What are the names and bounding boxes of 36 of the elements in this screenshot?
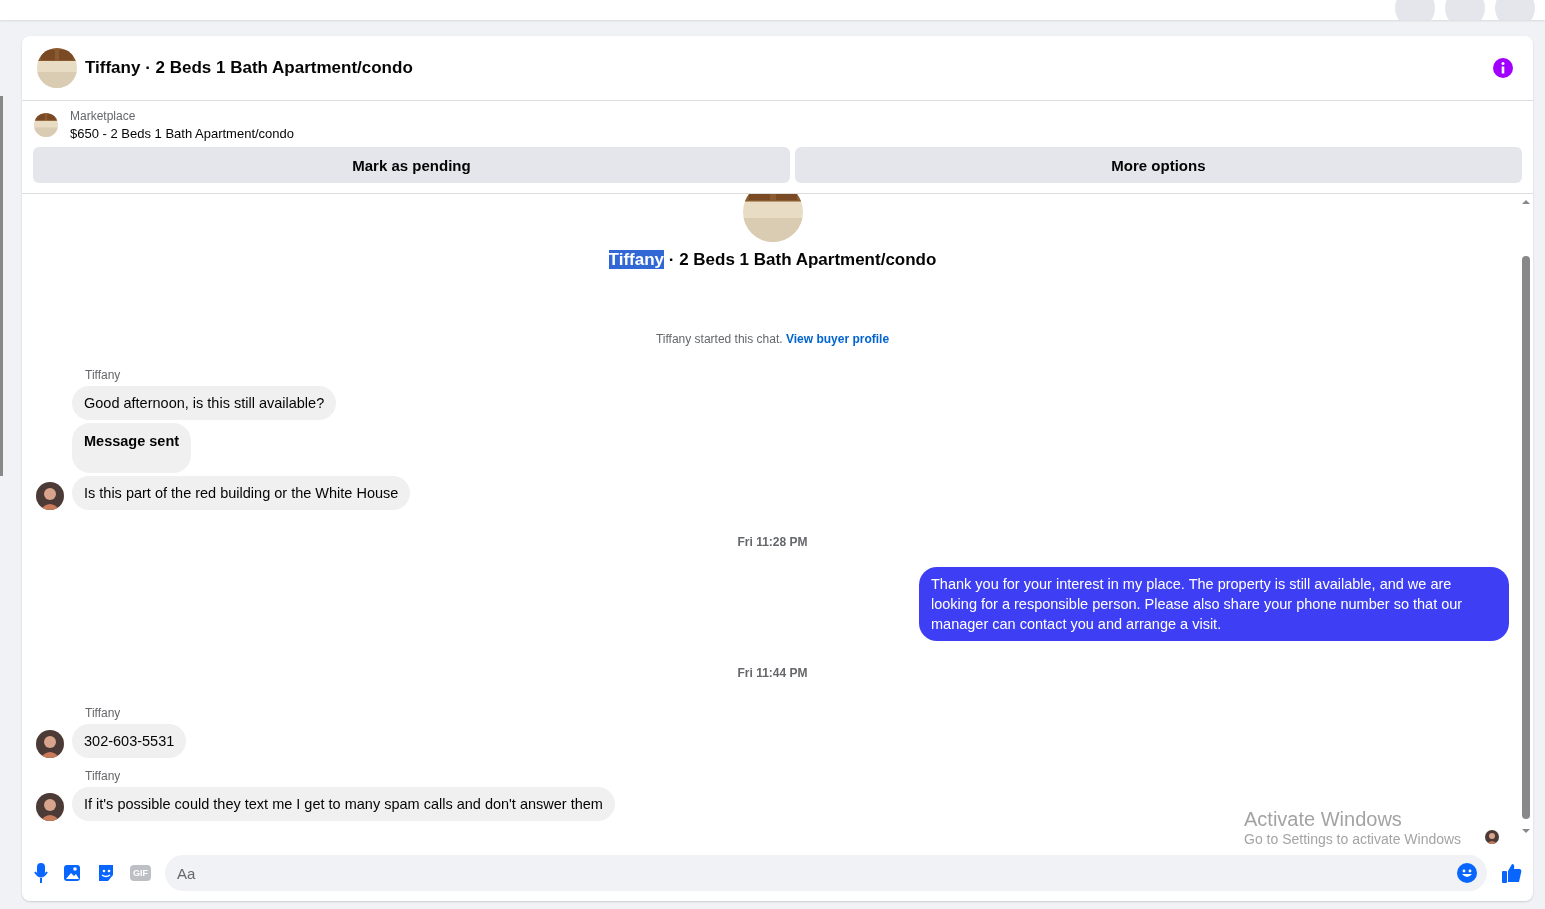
activation-subtitle: Go to Settings to activate Windows [1244,832,1462,848]
timestamp: Fri 11:28 PM [736,535,809,549]
microphone-icon[interactable] [34,863,48,883]
message-field[interactable]: Aa [165,855,1487,891]
sender-name: Tiffany [85,769,122,783]
activation-title: Activate Windows [1244,808,1403,830]
message-bubble: 302-603-5531 [72,724,187,758]
thumbs-up-icon[interactable] [1501,862,1523,884]
message-bubble: Thank you for your interest in my place. The property is still available, and we are looking for a responsible person. Please also share your phone number so that our manager can contact you and arrange a visit. [919,567,1509,641]
avatar[interactable] [36,793,64,821]
emoji-icon[interactable] [1457,863,1477,883]
chat-title: Tiffany · 2 Beds 1 Bath Apartment/condo [85,58,414,78]
avatar[interactable] [36,730,64,758]
listing-source: Marketplace [70,109,137,123]
sender-name: Tiffany [85,706,122,720]
message-bubble: Is this part of the red building or the White House [72,476,411,510]
scroll-down-icon[interactable] [1521,827,1531,835]
sticker-icon[interactable] [96,863,116,883]
scrollbar-thumb[interactable] [1522,256,1530,819]
action-button[interactable]: Mark as pending [33,147,790,183]
buyer-profile-link[interactable]: View buyer profile [785,332,890,346]
message-bubble: Message sent [72,423,192,473]
chat-notice: Tiffany started this chat. [655,332,783,346]
listing-title: · 2 Beds 1 Bath Apartment/condo [668,250,937,269]
buyer-name: Tiffany [608,250,664,269]
sender-name: Tiffany [85,368,122,382]
action-button[interactable]: More options [794,147,1522,183]
scroll-up-icon[interactable] [1521,198,1531,206]
message-bubble: If it's possible could they text me I get to many spam calls and don't answer them [72,787,615,821]
info-icon[interactable] [1493,58,1513,78]
avatar[interactable] [1485,830,1499,844]
listing-summary: $650 - 2 Beds 1 Bath Apartment/condo [70,126,295,141]
timestamp: Fri 11:44 PM [736,666,809,680]
avatar[interactable] [36,482,64,510]
image-icon[interactable] [62,863,82,883]
message-bubble: Good afternoon, is this still available? [72,386,337,420]
